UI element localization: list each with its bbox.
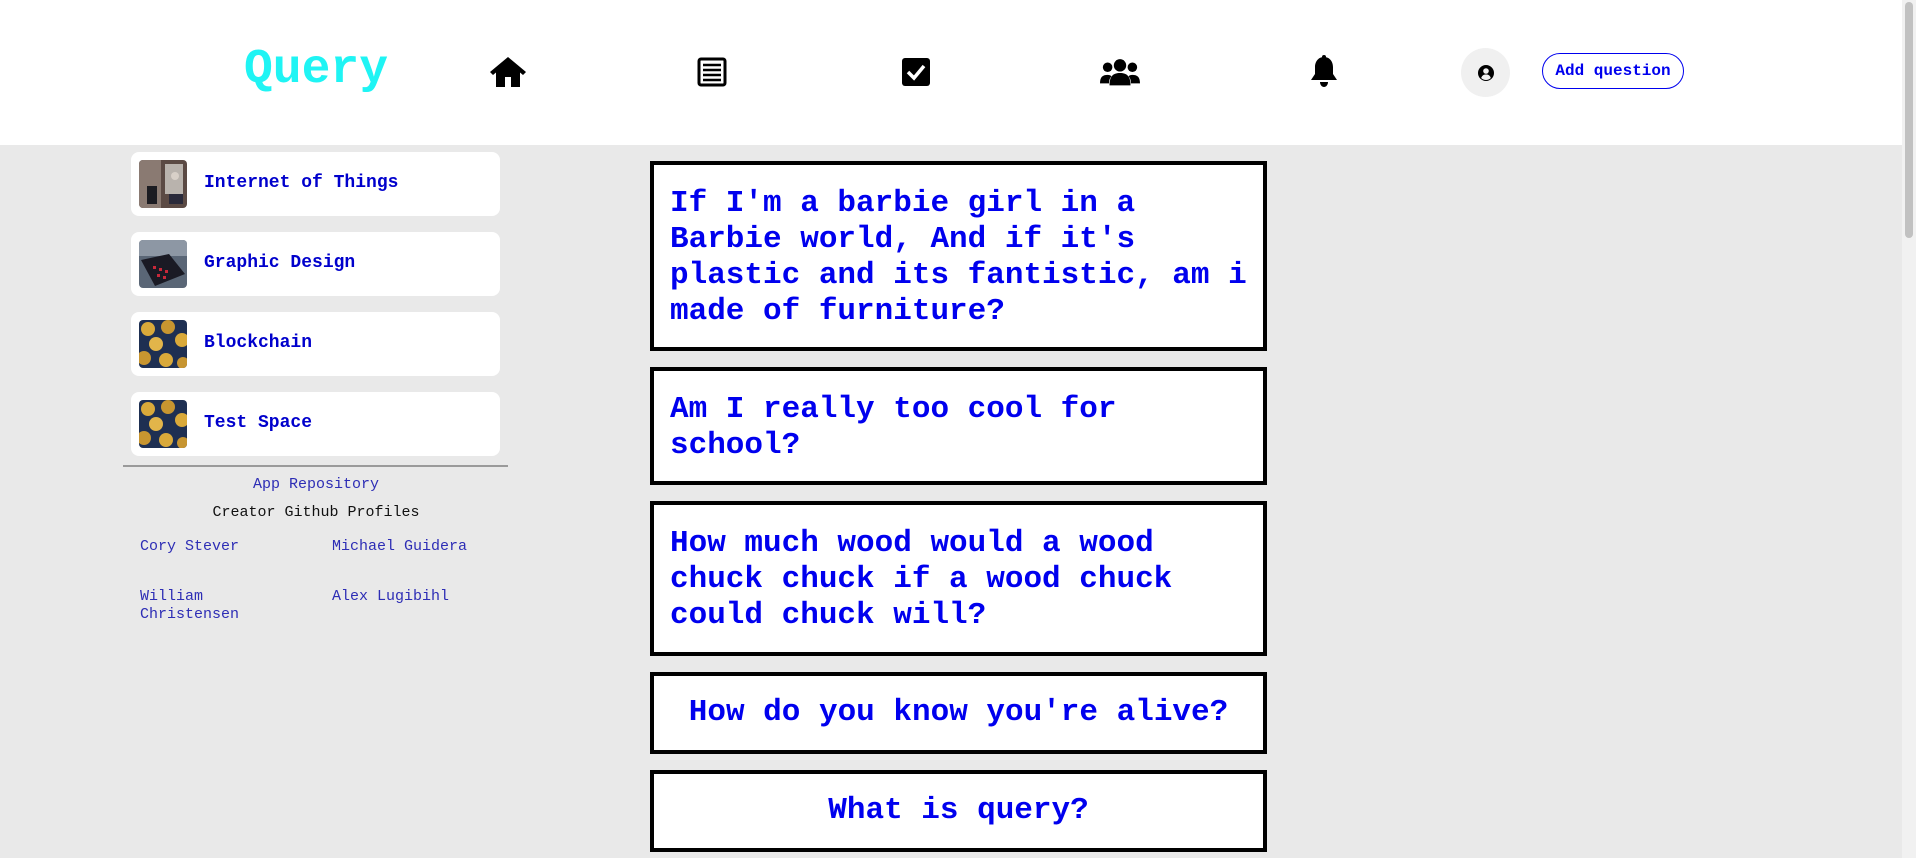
space-label: Blockchain: [204, 333, 313, 353]
question-text: Am I really too cool for school?: [670, 392, 1117, 463]
space-item-test-space[interactable]: Test Space: [131, 392, 500, 456]
question-card[interactable]: If I'm a barbie girl in a Barbie world, …: [650, 161, 1267, 351]
app-logo[interactable]: Query: [244, 44, 388, 96]
space-label: Internet of Things: [204, 173, 399, 193]
question-text: How do you know you're alive?: [688, 695, 1229, 730]
home-icon[interactable]: [488, 52, 528, 92]
space-thumbnail: [139, 160, 187, 208]
question-card[interactable]: What is query?: [650, 770, 1267, 852]
space-item-blockchain[interactable]: Blockchain: [131, 312, 500, 376]
question-card[interactable]: Am I really too cool for school?: [650, 367, 1267, 485]
user-circle-icon: [1477, 64, 1494, 81]
creator-link-michael-guidera[interactable]: Michael Guidera: [332, 538, 467, 556]
question-text: If I'm a barbie girl in a Barbie world, …: [670, 186, 1247, 329]
question-text: How much wood would a wood chuck chuck i…: [670, 526, 1173, 633]
creator-link-alex-lugibihl[interactable]: Alex Lugibihl: [332, 588, 449, 606]
creators-heading: Creator Github Profiles: [212, 504, 420, 521]
app-repository-link[interactable]: App Repository: [248, 476, 384, 493]
creator-link-cory-stever[interactable]: Cory Stever: [140, 538, 239, 556]
question-text: What is query?: [828, 793, 1089, 828]
add-question-button[interactable]: Add question: [1542, 53, 1684, 89]
space-label: Test Space: [204, 413, 313, 433]
space-thumbnail: [139, 400, 187, 448]
news-feed-icon[interactable]: [692, 52, 732, 92]
creator-link-william-christensen[interactable]: William Christensen: [140, 588, 250, 624]
top-navbar: Query Add question: [0, 0, 1902, 145]
sidebar-divider: [123, 465, 508, 467]
profile-button[interactable]: [1461, 48, 1510, 97]
space-thumbnail: [139, 240, 187, 288]
space-thumbnail: [139, 320, 187, 368]
scrollbar-thumb[interactable]: [1905, 2, 1913, 238]
users-icon[interactable]: [1100, 52, 1140, 92]
page-scrollbar[interactable]: [1902, 0, 1916, 858]
space-item-internet-of-things[interactable]: Internet of Things: [131, 152, 500, 216]
answered-checkbox-icon[interactable]: [896, 52, 936, 92]
space-label: Graphic Design: [204, 253, 356, 273]
question-card[interactable]: How do you know you're alive?: [650, 672, 1267, 754]
bell-icon[interactable]: [1304, 52, 1344, 92]
question-card[interactable]: How much wood would a wood chuck chuck i…: [650, 501, 1267, 656]
space-item-graphic-design[interactable]: Graphic Design: [131, 232, 500, 296]
